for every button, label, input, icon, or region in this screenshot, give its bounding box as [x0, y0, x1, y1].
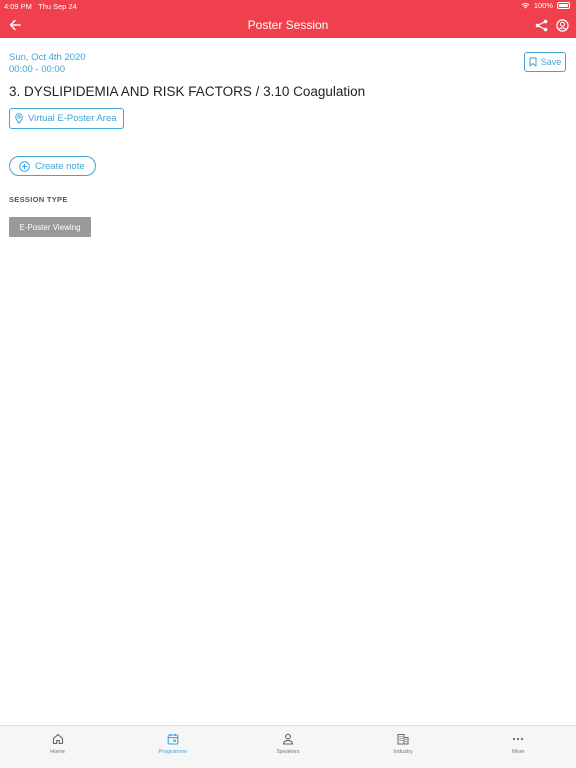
status-bar: 4:09 PM Thu Sep 24 100% [0, 0, 576, 12]
tab-programme[interactable]: Programme [115, 726, 230, 768]
calendar-icon [166, 732, 180, 746]
more-icon [511, 732, 525, 746]
tab-industry[interactable]: Industry [346, 726, 461, 768]
tab-programme-label: Programme [158, 749, 188, 755]
session-type-tag[interactable]: E-Poster Viewing [9, 217, 91, 237]
tab-home[interactable]: Home [0, 726, 115, 768]
status-time: 4:09 PM Thu Sep 24 [4, 2, 77, 11]
top-bar: 4:09 PM Thu Sep 24 100% Poster Session [0, 0, 576, 38]
tab-more-label: More [512, 749, 525, 755]
account-icon[interactable] [553, 16, 571, 34]
building-icon [396, 732, 410, 746]
person-icon [281, 732, 295, 746]
nav-bar: Poster Session [0, 12, 576, 38]
create-note-button[interactable]: Create note [9, 156, 96, 176]
add-circle-icon [19, 160, 30, 172]
battery-icon [557, 2, 570, 9]
session-type-heading: SESSION TYPE [9, 195, 68, 204]
tab-more[interactable]: More [461, 726, 576, 768]
bookmark-icon [529, 57, 537, 67]
tab-industry-label: Industry [393, 749, 413, 755]
session-date: Sun, Oct 4th 2020 [9, 52, 86, 63]
session-time: 00:00 - 00:00 [9, 64, 65, 75]
page-title: Poster Session [247, 18, 329, 32]
create-note-label: Create note [35, 160, 85, 172]
status-right: 100% [521, 1, 570, 10]
bottom-tab-bar: Home Programme Speakers Industry More [0, 725, 576, 768]
tab-speakers-label: Speakers [276, 749, 300, 755]
save-button[interactable]: Save [524, 52, 566, 72]
save-label: Save [540, 57, 562, 67]
session-datetime: Sun, Oct 4th 2020 00:00 - 00:00 [9, 52, 86, 76]
share-icon[interactable] [532, 16, 550, 34]
wifi-icon [521, 3, 530, 9]
tab-home-label: Home [50, 749, 65, 755]
battery-percent: 100% [533, 1, 553, 10]
home-icon [51, 732, 65, 746]
location-button[interactable]: Virtual E-Poster Area [9, 108, 124, 129]
location-label: Virtual E-Poster Area [28, 113, 117, 124]
session-title: 3. DYSLIPIDEMIA AND RISK FACTORS / 3.10 … [9, 84, 366, 99]
location-pin-icon [15, 113, 23, 124]
tab-speakers[interactable]: Speakers [230, 726, 345, 768]
